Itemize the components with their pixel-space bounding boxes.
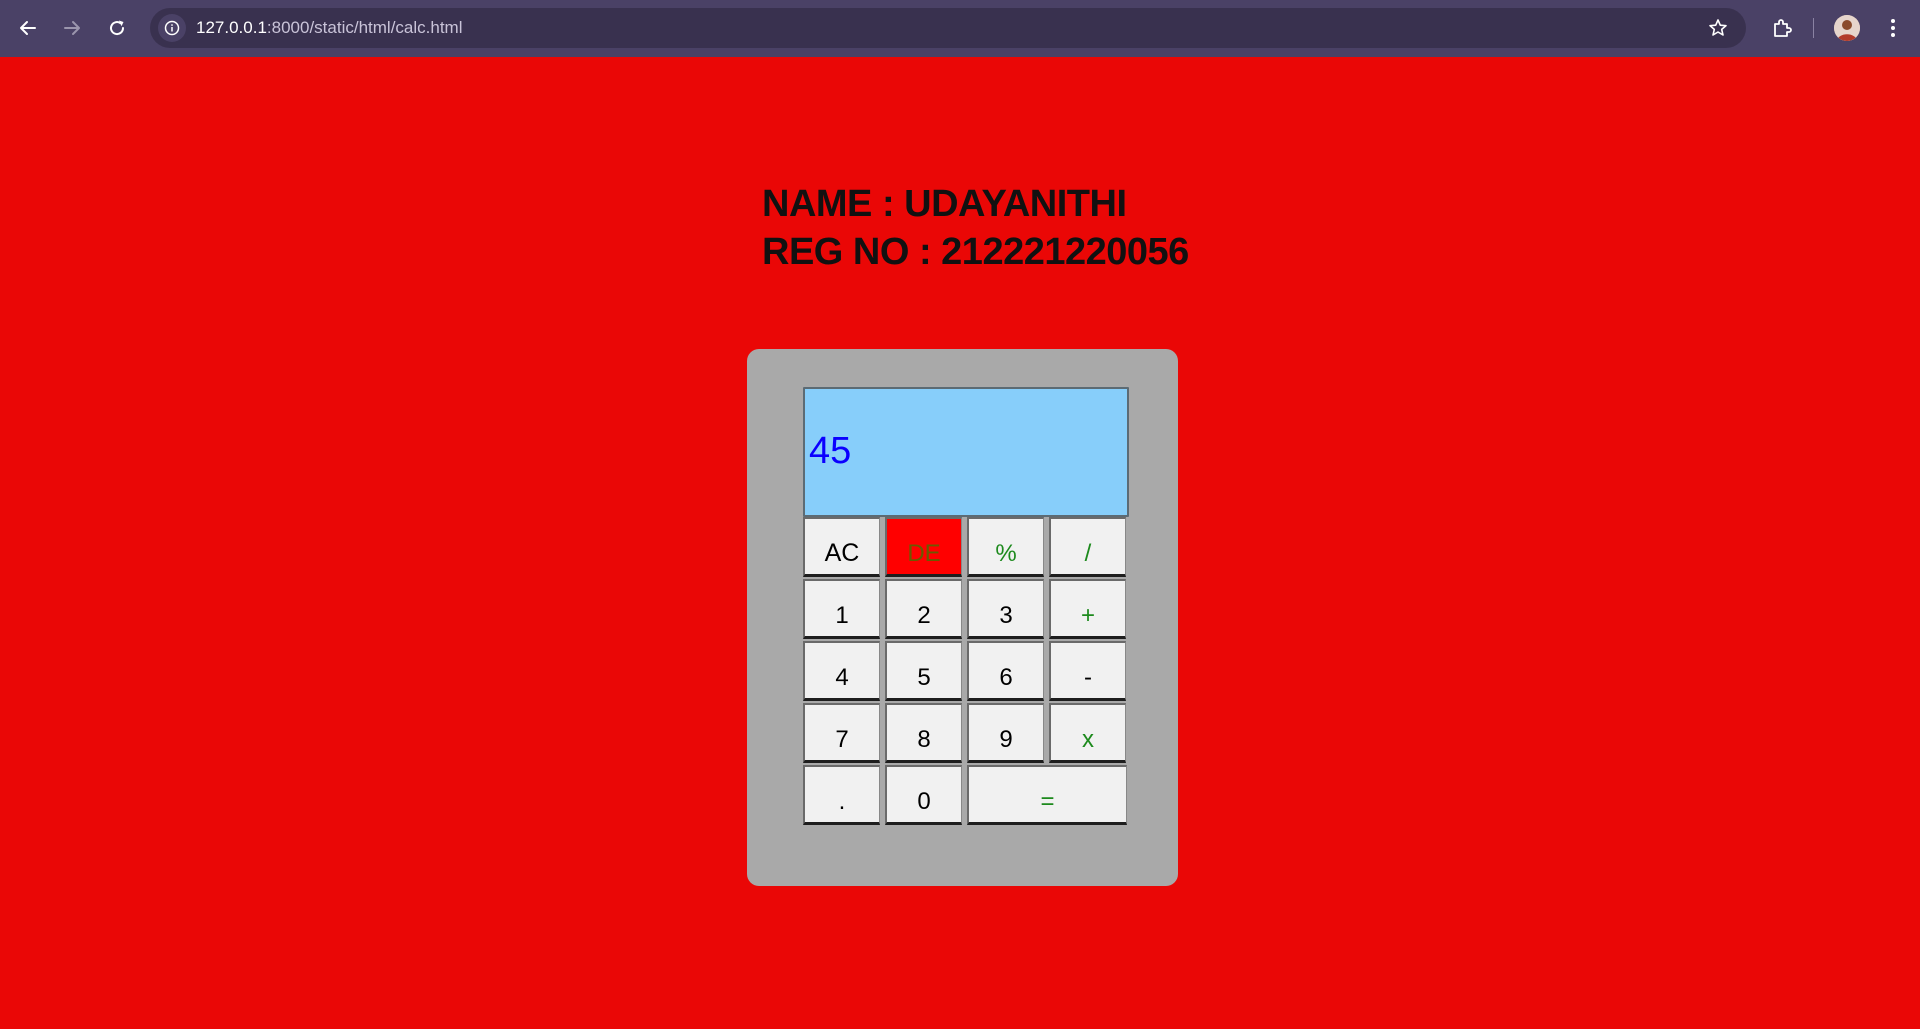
key-0[interactable]: 0: [885, 765, 962, 825]
key-8[interactable]: 8: [885, 703, 962, 763]
key-equals[interactable]: =: [967, 765, 1127, 825]
url-path: :8000/static/html/calc.html: [266, 18, 463, 37]
profile-avatar[interactable]: [1834, 15, 1860, 41]
key-multiply[interactable]: x: [1049, 703, 1126, 763]
reload-button[interactable]: [99, 10, 135, 46]
student-heading: NAME : UDAYANITHI REG NO : 212221220056: [762, 180, 1189, 276]
key-percent[interactable]: %: [967, 517, 1044, 577]
key-5[interactable]: 5: [885, 641, 962, 701]
key-decimal[interactable]: .: [803, 765, 880, 825]
key-4[interactable]: 4: [803, 641, 880, 701]
address-bar[interactable]: 127.0.0.1:8000/static/html/calc.html: [150, 8, 1746, 48]
info-icon: [164, 20, 180, 36]
browser-toolbar: 127.0.0.1:8000/static/html/calc.html: [0, 0, 1920, 57]
browser-menu-button[interactable]: [1875, 10, 1911, 46]
calculator: 45 AC DE % / 1 2 3 + 4 5 6 - 7 8 9 x . 0…: [747, 349, 1178, 886]
key-plus[interactable]: +: [1049, 579, 1126, 639]
reload-icon: [110, 20, 125, 36]
key-6[interactable]: 6: [967, 641, 1044, 701]
bookmark-button[interactable]: [1706, 16, 1730, 40]
key-minus[interactable]: -: [1049, 641, 1126, 701]
reg-no-line: REG NO : 212221220056: [762, 231, 1189, 273]
key-7[interactable]: 7: [803, 703, 880, 763]
key-all-clear[interactable]: AC: [803, 517, 880, 577]
url-text[interactable]: 127.0.0.1:8000/static/html/calc.html: [196, 18, 462, 38]
display-value: 45: [809, 430, 852, 472]
extensions-button[interactable]: [1764, 10, 1800, 46]
key-9[interactable]: 9: [967, 703, 1044, 763]
calculator-display: 45: [803, 387, 1129, 517]
forward-button[interactable]: [54, 10, 90, 46]
key-2[interactable]: 2: [885, 579, 962, 639]
key-3[interactable]: 3: [967, 579, 1044, 639]
name-line: NAME : UDAYANITHI: [762, 183, 1127, 225]
site-info-button[interactable]: [158, 14, 186, 42]
kebab-menu-icon: [1891, 19, 1895, 37]
arrow-left-icon: [20, 21, 36, 35]
key-delete[interactable]: DE: [885, 517, 962, 577]
toolbar-divider: [1813, 18, 1814, 38]
arrow-right-icon: [64, 21, 80, 35]
key-1[interactable]: 1: [803, 579, 880, 639]
puzzle-icon: [1774, 19, 1792, 37]
key-divide[interactable]: /: [1049, 517, 1126, 577]
avatar-icon: [1834, 15, 1860, 41]
url-host: 127.0.0.1: [196, 18, 267, 37]
back-button[interactable]: [10, 10, 46, 46]
star-icon: [1709, 19, 1727, 36]
